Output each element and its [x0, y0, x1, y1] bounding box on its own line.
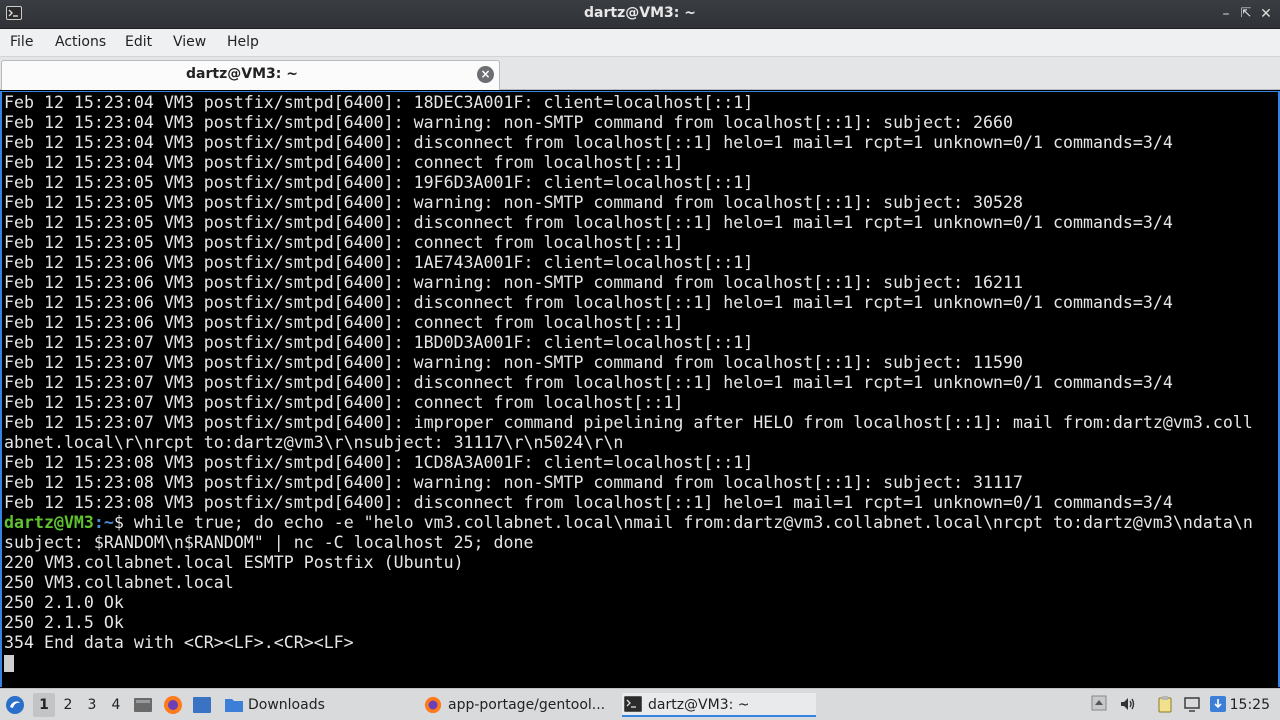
window-title: dartz@VM3: ~ [584, 5, 696, 21]
task-label: Downloads [248, 697, 325, 713]
prompt-command-continuation: subject: $RANDOM\n$RANDOM" | nc -C local… [4, 533, 534, 552]
prompt-line: dartz@VM3:~$ while true; do echo -e "hel… [4, 513, 1253, 533]
terminal-output-line: 250 2.1.5 Ok [4, 613, 124, 632]
terminal-log-line: Feb 12 15:23:07 VM3 postfix/smtpd[6400]:… [4, 353, 1024, 372]
prompt-command: while true; do echo -e "helo vm3.collabn… [123, 513, 1253, 532]
network-icon[interactable] [1183, 695, 1201, 713]
terminal-log-line: Feb 12 15:23:05 VM3 postfix/smtpd[6400]:… [4, 173, 754, 192]
clipboard-icon[interactable] [1156, 695, 1174, 713]
terminal-output-line: 354 End data with <CR><LF>.<CR><LF> [4, 633, 354, 652]
terminal-log-line: Feb 12 15:23:07 VM3 postfix/smtpd[6400]:… [4, 373, 1173, 392]
firefox-icon [424, 696, 442, 714]
tab-close-icon[interactable]: × [477, 66, 494, 83]
tab-bar: dartz@VM3: ~ × [0, 57, 1280, 90]
terminal-log-line: Feb 12 15:23:05 VM3 postfix/smtpd[6400]:… [4, 233, 684, 252]
terminal-view[interactable]: Feb 12 15:23:04 VM3 postfix/smtpd[6400]:… [0, 91, 1280, 687]
desktop-launcher-icon[interactable] [192, 693, 214, 717]
folder-icon [224, 696, 243, 714]
workspace-1[interactable]: 1 [33, 693, 55, 717]
prompt-symbol: $ [113, 513, 124, 532]
task-label: dartz@VM3: ~ [648, 697, 750, 713]
terminal-log-line: Feb 12 15:23:05 VM3 postfix/smtpd[6400]:… [4, 213, 1173, 232]
terminal-log-line: Feb 12 15:23:05 VM3 postfix/smtpd[6400]:… [4, 193, 1024, 212]
menu-actions[interactable]: Actions [55, 34, 106, 50]
terminal-log-line: Feb 12 15:23:06 VM3 postfix/smtpd[6400]:… [4, 253, 754, 272]
clock[interactable]: 15:25 [1230, 693, 1270, 717]
tray-arrow-icon[interactable] [1091, 695, 1109, 713]
terminal-log-line: Feb 12 15:23:07 VM3 postfix/smtpd[6400]:… [4, 413, 1253, 432]
task-downloads[interactable]: Downloads [222, 693, 412, 717]
terminal-output-line: 250 VM3.collabnet.local [4, 573, 234, 592]
menu-edit[interactable]: Edit [125, 34, 152, 50]
workspace-2[interactable]: 2 [57, 693, 79, 717]
terminal-log-line: Feb 12 15:23:08 VM3 postfix/smtpd[6400]:… [4, 453, 754, 472]
task-firefox[interactable]: app-portage/gentool... [422, 693, 612, 717]
terminal-log-line: Feb 12 15:23:07 VM3 postfix/smtpd[6400]:… [4, 333, 754, 352]
terminal-log-line: Feb 12 15:23:06 VM3 postfix/smtpd[6400]:… [4, 313, 684, 332]
prompt-user-host: dartz@VM3 [4, 513, 94, 532]
terminal-log-line: Feb 12 15:23:08 VM3 postfix/smtpd[6400]:… [4, 493, 1173, 512]
task-terminal[interactable]: dartz@VM3: ~ [622, 693, 816, 717]
file-manager-launcher-icon[interactable] [133, 693, 155, 717]
prompt-path: :~ [93, 513, 114, 532]
minimize-icon[interactable]: – [1216, 4, 1236, 24]
terminal-log-line: Feb 12 15:23:07 VM3 postfix/smtpd[6400]:… [4, 393, 684, 412]
updates-icon[interactable] [1209, 695, 1227, 713]
tab-terminal[interactable]: dartz@VM3: ~ × [1, 60, 500, 90]
terminal-output-line: 220 VM3.collabnet.local ESMTP Postfix (U… [4, 553, 464, 572]
menu-help[interactable]: Help [227, 34, 259, 50]
tab-label: dartz@VM3: ~ [186, 66, 298, 82]
firefox-launcher-icon[interactable] [163, 693, 185, 717]
terminal-log-line: Feb 12 15:23:04 VM3 postfix/smtpd[6400]:… [4, 93, 754, 112]
terminal-log-line: Feb 12 15:23:06 VM3 postfix/smtpd[6400]:… [4, 273, 1024, 292]
cursor-line [4, 653, 1253, 673]
terminal-log-line: Feb 12 15:23:04 VM3 postfix/smtpd[6400]:… [4, 113, 1014, 132]
terminal-output-line: 250 2.1.0 Ok [4, 593, 124, 612]
maximize-icon[interactable]: ⇱ [1236, 4, 1256, 24]
terminal-log-line: Feb 12 15:23:04 VM3 postfix/smtpd[6400]:… [4, 133, 1173, 152]
app-menu-icon[interactable] [4, 693, 28, 717]
volume-icon[interactable] [1119, 695, 1137, 713]
menu-view[interactable]: View [173, 34, 206, 50]
menu-file[interactable]: File [10, 34, 33, 50]
terminal-log-line: abnet.local\r\nrcpt to:dartz@vm3\r\nsubj… [4, 433, 624, 452]
terminal-log-line: Feb 12 15:23:08 VM3 postfix/smtpd[6400]:… [4, 473, 1024, 492]
terminal-log-line: Feb 12 15:23:06 VM3 postfix/smtpd[6400]:… [4, 293, 1173, 312]
menu-bar: File Actions Edit View Help [0, 29, 1280, 57]
terminal-cursor [4, 655, 14, 672]
window-titlebar[interactable]: dartz@VM3: ~ – ⇱ ✕ [0, 0, 1280, 29]
close-icon[interactable]: ✕ [1256, 4, 1276, 24]
workspace-3[interactable]: 3 [81, 693, 103, 717]
terminal-icon [624, 696, 642, 714]
workspace-4[interactable]: 4 [105, 693, 127, 717]
terminal-log-line: Feb 12 15:23:04 VM3 postfix/smtpd[6400]:… [4, 153, 684, 172]
taskbar: 1 2 3 4 Downloads app-portage/gentool...… [0, 688, 1280, 720]
task-label: app-portage/gentool... [448, 697, 606, 713]
